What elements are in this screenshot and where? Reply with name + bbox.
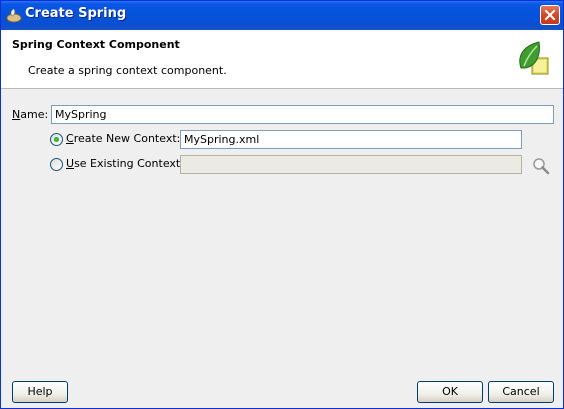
use-existing-context-input[interactable] <box>180 155 522 174</box>
ok-button[interactable]: OK <box>417 381 483 403</box>
create-new-context-radio[interactable] <box>50 133 63 146</box>
header-description: Create a spring context component. <box>28 64 227 77</box>
close-button[interactable] <box>540 5 560 25</box>
title-bar[interactable]: Create Spring <box>1 1 563 30</box>
spring-leaf-icon <box>519 41 549 75</box>
name-input[interactable] <box>51 105 554 124</box>
help-button[interactable]: Help <box>12 381 68 403</box>
spring-app-icon <box>6 8 22 23</box>
create-new-context-label[interactable]: Create New Context: <box>66 132 180 145</box>
create-new-context-input[interactable] <box>180 130 522 149</box>
cancel-button[interactable]: Cancel <box>488 381 554 403</box>
create-spring-dialog: Create Spring Spring Context Component C… <box>0 0 564 409</box>
use-existing-context-label[interactable]: Use Existing Context: <box>66 157 184 170</box>
close-icon <box>544 9 556 21</box>
radio-selected-dot <box>54 137 59 142</box>
dialog-header: Spring Context Component Create a spring… <box>1 30 563 89</box>
use-existing-context-radio[interactable] <box>50 158 63 171</box>
header-title: Spring Context Component <box>12 38 180 51</box>
name-label: Name: <box>12 108 49 121</box>
search-icon[interactable] <box>532 157 550 175</box>
window-title: Create Spring <box>25 6 127 21</box>
